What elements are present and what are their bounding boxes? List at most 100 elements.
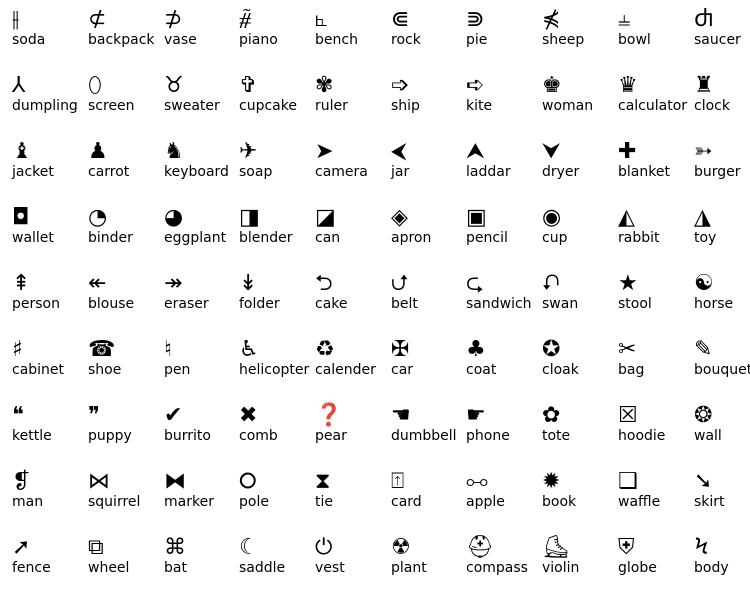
symbol-label: saddle bbox=[239, 560, 286, 576]
symbol-label: belt bbox=[391, 296, 418, 312]
symbol-cell-burger: ➳ burger bbox=[694, 136, 750, 196]
symbol-label: squirrel bbox=[88, 494, 141, 510]
symbol-cell-dumpling: ⅄ dumpling bbox=[12, 70, 92, 130]
symbol-cell-marker: ⧓ marker bbox=[164, 466, 244, 526]
symbol-cell-rock: ⋐ rock bbox=[391, 4, 471, 64]
symbol-cell-stool: ★ stool bbox=[618, 268, 698, 328]
symbol-label: marker bbox=[164, 494, 214, 510]
symbol-cell-burrito: ✔ burrito bbox=[164, 400, 244, 460]
symbol-label: burger bbox=[694, 164, 741, 180]
symbol-cell-bat: ⌘ bat bbox=[164, 532, 244, 592]
symbol-label: violin bbox=[542, 560, 580, 576]
symbol-label: bouquet bbox=[694, 362, 750, 378]
symbol-label: puppy bbox=[88, 428, 132, 444]
symbol-cell-ship: ➩ ship bbox=[391, 70, 471, 130]
symbol-label: screen bbox=[88, 98, 135, 114]
symbol-cell-blouse: ↞ blouse bbox=[88, 268, 168, 328]
symbol-label: bench bbox=[315, 32, 358, 48]
symbol-cell-soap: ✈ soap bbox=[239, 136, 319, 196]
symbol-label: man bbox=[12, 494, 44, 510]
symbol-label: skirt bbox=[694, 494, 725, 510]
symbol-label: blouse bbox=[88, 296, 135, 312]
symbol-cell-car: ✠ car bbox=[391, 334, 471, 394]
symbol-cell-rabbit: ◭ rabbit bbox=[618, 202, 698, 262]
symbol-cell-tie: ⧗ tie bbox=[315, 466, 395, 526]
symbol-cell-bowl: ⫨ bowl bbox=[618, 4, 698, 64]
symbol-label: dumbbell bbox=[391, 428, 457, 444]
symbol-cell-waffle: ❑ waffle bbox=[618, 466, 698, 526]
symbol-label: jacket bbox=[12, 164, 54, 180]
symbol-cell-jacket: ♝ jacket bbox=[12, 136, 92, 196]
symbol-cell-violin: ⛸ violin bbox=[542, 532, 622, 592]
symbol-label: pole bbox=[239, 494, 269, 510]
symbol-cell-keyboard: ♞ keyboard bbox=[164, 136, 244, 196]
symbol-label: plant bbox=[391, 560, 427, 576]
symbol-cell-clock: ♜ clock bbox=[694, 70, 750, 130]
symbol-label: rock bbox=[391, 32, 421, 48]
symbol-label: ship bbox=[391, 98, 420, 114]
symbol-label: swan bbox=[542, 296, 579, 312]
symbol-label: pencil bbox=[466, 230, 508, 246]
symbol-cell-cloak: ✪ cloak bbox=[542, 334, 622, 394]
symbol-cell-apple: ⧟ apple bbox=[466, 466, 546, 526]
symbol-cell-tote: ✿ tote bbox=[542, 400, 622, 460]
symbol-label: phone bbox=[466, 428, 510, 444]
symbol-cell-bench: ⦜ bench bbox=[315, 4, 395, 64]
symbol-label: coat bbox=[466, 362, 497, 378]
symbol-label: keyboard bbox=[164, 164, 229, 180]
symbol-cell-sheep: ⋠ sheep bbox=[542, 4, 622, 64]
symbol-label: ruler bbox=[315, 98, 348, 114]
symbol-cell-apron: ◈ apron bbox=[391, 202, 471, 262]
symbol-cell-cup: ◉ cup bbox=[542, 202, 622, 262]
symbol-cell-book: ✹ book bbox=[542, 466, 622, 526]
symbol-cell-binder: ◔ binder bbox=[88, 202, 168, 262]
symbol-label: backpack bbox=[88, 32, 155, 48]
symbol-label: burrito bbox=[164, 428, 211, 444]
symbol-label: cake bbox=[315, 296, 348, 312]
symbol-cell-wallet: ◘ wallet bbox=[12, 202, 92, 262]
symbol-cell-blender: ◨ blender bbox=[239, 202, 319, 262]
symbol-cell-ruler: ✾ ruler bbox=[315, 70, 395, 130]
symbol-label: rabbit bbox=[618, 230, 660, 246]
symbol-cell-pie: ⋑ pie bbox=[466, 4, 546, 64]
symbol-cell-squirrel: ⋈ squirrel bbox=[88, 466, 168, 526]
symbol-label: saucer bbox=[694, 32, 741, 48]
symbol-cell-belt: ⮍ belt bbox=[391, 268, 471, 328]
symbol-cell-plant: ☢ plant bbox=[391, 532, 471, 592]
symbol-cell-calculator: ♛ calculator bbox=[618, 70, 698, 130]
symbol-cell-fence: ➚ fence bbox=[12, 532, 92, 592]
symbol-label: folder bbox=[239, 296, 280, 312]
symbol-label: cloak bbox=[542, 362, 579, 378]
symbol-cell-pencil: ▣ pencil bbox=[466, 202, 546, 262]
symbol-cell-saucer: Ⴛsaucer bbox=[694, 4, 750, 64]
symbol-cell-body: Ϟbody bbox=[694, 532, 750, 592]
symbol-cell-wall: ❂ wall bbox=[694, 400, 750, 460]
symbol-label: shoe bbox=[88, 362, 122, 378]
symbol-cell-phone: ☛ phone bbox=[466, 400, 546, 460]
symbol-label: woman bbox=[542, 98, 594, 114]
symbol-cell-eggplant: ◕ eggplant bbox=[164, 202, 244, 262]
symbol-label: horse bbox=[694, 296, 734, 312]
symbol-cell-globe: ⛨ globe bbox=[618, 532, 698, 592]
symbol-cell-dryer: ⮟ dryer bbox=[542, 136, 622, 196]
symbol-label: calculator bbox=[618, 98, 688, 114]
symbol-grid: ⫲ soda ⊄ backpack ⊅ vase ⧤ piano ⦜ bench ⋐ rock ⋑ pie… bbox=[0, 0, 750, 581]
symbol-cell-cupcake: ✞ cupcake bbox=[239, 70, 319, 130]
symbol-cell-skirt: ➘ skirt bbox=[694, 466, 750, 526]
symbol-label: book bbox=[542, 494, 577, 510]
symbol-cell-laddar: ⮝ laddar bbox=[466, 136, 546, 196]
symbol-label: pen bbox=[164, 362, 191, 378]
symbol-label: kite bbox=[466, 98, 493, 114]
symbol-label: eggplant bbox=[164, 230, 227, 246]
symbol-cell-can: ◪ can bbox=[315, 202, 395, 262]
symbol-cell-cake: ⮌ cake bbox=[315, 268, 395, 328]
symbol-cell-pen: ♮ pen bbox=[164, 334, 244, 394]
symbol-cell-person: ⇞ person bbox=[12, 268, 92, 328]
symbol-label: camera bbox=[315, 164, 368, 180]
symbol-cell-pole: ⭘ pole bbox=[239, 466, 319, 526]
symbol-label: clock bbox=[694, 98, 730, 114]
symbol-label: cabinet bbox=[12, 362, 65, 378]
symbol-label: tie bbox=[315, 494, 333, 510]
symbol-cell-pear: ❓ pear bbox=[315, 400, 395, 460]
symbol-label: kettle bbox=[12, 428, 52, 444]
